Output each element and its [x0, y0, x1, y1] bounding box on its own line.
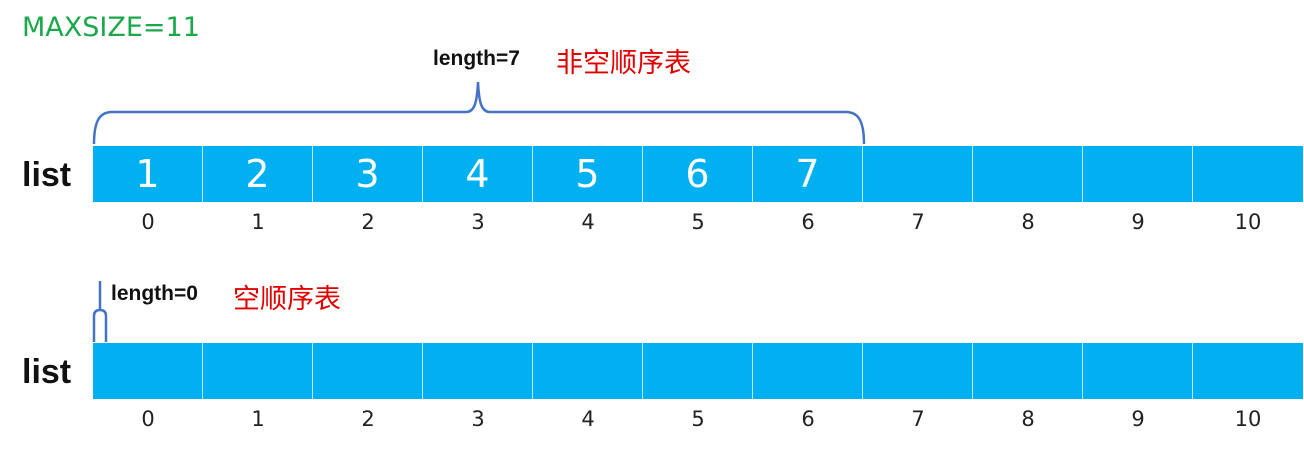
index-label: 10 [1234, 407, 1262, 431]
array-cell [203, 343, 313, 399]
tag-empty: 空顺序表 [233, 284, 341, 315]
array-cell [863, 343, 973, 399]
index-label: 9 [1131, 407, 1145, 431]
length-label-empty: length=0 [111, 282, 198, 305]
index-label: 0 [141, 407, 155, 431]
array-cell [973, 343, 1083, 399]
index-label: 7 [911, 407, 925, 431]
index-label: 6 [801, 407, 815, 431]
index-label: 2 [361, 407, 375, 431]
array-cell [93, 343, 203, 399]
index-label: 4 [581, 407, 595, 431]
index-label: 3 [471, 407, 485, 431]
array-cell [643, 343, 753, 399]
list-label-empty: list [22, 353, 72, 391]
array-cell [313, 343, 423, 399]
array-cell [1193, 343, 1303, 399]
array-cell [753, 343, 863, 399]
array-row-empty [93, 343, 1303, 399]
index-label: 5 [691, 407, 705, 431]
array-cell [1083, 343, 1193, 399]
array-cell [423, 343, 533, 399]
index-label: 8 [1021, 407, 1035, 431]
array-cell [533, 343, 643, 399]
index-label: 1 [251, 407, 265, 431]
index-row-empty: 0 1 2 3 4 5 6 7 8 9 10 [93, 407, 1303, 437]
